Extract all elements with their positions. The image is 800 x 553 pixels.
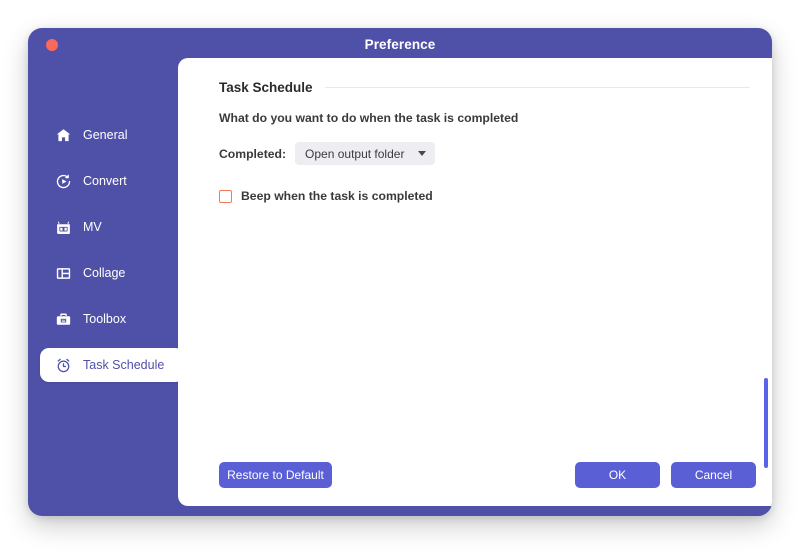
sidebar-item-collage[interactable]: Collage <box>40 256 184 290</box>
sidebar-item-label: MV <box>83 220 102 234</box>
alarm-clock-icon <box>54 356 72 374</box>
scrollbar-thumb[interactable] <box>764 378 768 468</box>
sidebar-item-toolbox[interactable]: Toolbox <box>40 302 184 336</box>
page-title: Task Schedule <box>219 80 313 95</box>
completed-label: Completed: <box>219 146 287 161</box>
completed-action-value: Open output folder <box>305 146 405 161</box>
convert-icon <box>54 172 72 190</box>
sidebar-item-label: Toolbox <box>83 312 127 326</box>
preference-window: Preference General Convert MV Collage To… <box>28 28 772 516</box>
completed-field-row: Completed: Open output folder <box>219 142 750 165</box>
sidebar-item-general[interactable]: General <box>40 118 184 152</box>
chevron-down-icon <box>418 151 427 156</box>
collage-icon <box>54 264 72 282</box>
sidebar-item-convert[interactable]: Convert <box>40 164 184 198</box>
sidebar-item-label: Convert <box>83 174 127 188</box>
restore-to-default-button[interactable]: Restore to Default <box>219 462 332 488</box>
ok-button[interactable]: OK <box>575 462 660 488</box>
screen: Preference General Convert MV Collage To… <box>0 0 800 553</box>
content-scrollbar[interactable] <box>762 153 770 468</box>
cancel-button[interactable]: Cancel <box>671 462 756 488</box>
sidebar-item-label: General <box>83 128 128 142</box>
toolbox-icon <box>54 310 72 328</box>
mv-icon <box>54 218 72 236</box>
sidebar-item-mv[interactable]: MV <box>40 210 184 244</box>
completed-action-select[interactable]: Open output folder <box>295 142 436 165</box>
section-divider <box>324 87 750 88</box>
home-icon <box>54 126 72 144</box>
sidebar-item-label: Task Schedule <box>83 358 165 372</box>
content-panel: Task Schedule What do you want to do whe… <box>178 58 772 506</box>
settings-pane: Task Schedule What do you want to do whe… <box>178 58 772 506</box>
sidebar-item-label: Collage <box>83 266 126 280</box>
section-header: Task Schedule <box>219 80 750 95</box>
window-title: Preference <box>364 37 436 52</box>
sidebar: General Convert MV Collage Toolbox Task … <box>28 61 186 516</box>
beep-checkbox[interactable] <box>219 189 232 203</box>
dialog-footer: Restore to Default OK Cancel <box>178 462 772 490</box>
beep-checkbox-label: Beep when the task is completed <box>241 189 433 203</box>
window-titlebar[interactable]: Preference <box>28 28 772 61</box>
section-subtitle: What do you want to do when the task is … <box>219 111 519 125</box>
beep-checkbox-row[interactable]: Beep when the task is completed <box>219 189 750 203</box>
sidebar-item-task-schedule[interactable]: Task Schedule <box>40 348 184 382</box>
